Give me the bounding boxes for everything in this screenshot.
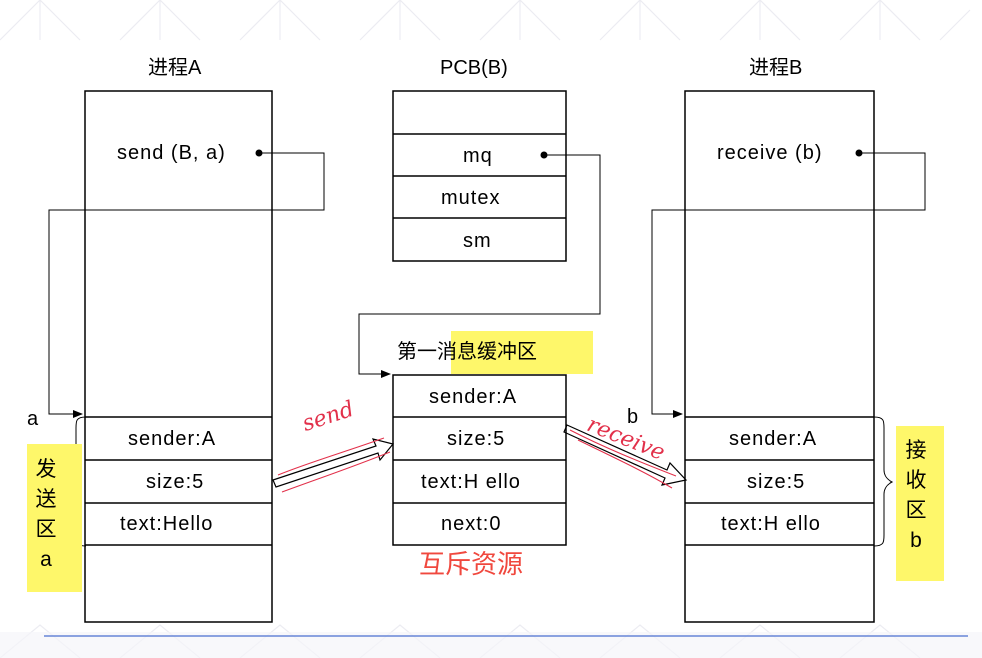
buffer-field-size: size:5: [447, 428, 506, 450]
send-area-label-char: 发: [35, 458, 57, 481]
send-pointer-label: a: [27, 408, 40, 430]
pcb-field-mq: mq: [463, 145, 493, 167]
receive-arg-pointer: [651, 152, 926, 418]
process-a-field-text: text:Hello: [120, 513, 214, 535]
send-area-label: 发 送 区 a: [30, 455, 62, 575]
process-a-field-size: size:5: [146, 471, 205, 493]
process-b-title: 进程B: [749, 57, 803, 79]
process-a-box: [84, 90, 273, 623]
receive-area-brace: [873, 416, 894, 547]
buffer-field-text: text:H ello: [421, 471, 521, 493]
process-a-title: 进程A: [148, 57, 202, 79]
process-b-box: [684, 90, 875, 623]
process-b-field-sender: sender:A: [729, 428, 818, 450]
ipc-diagram: 进程A PCB(B) 进程B send (B, a) receive (b) m…: [0, 0, 982, 658]
receive-area-label-char: 收: [905, 469, 927, 492]
mutex-resource-note: 互斥资源: [419, 549, 524, 579]
process-b-field-size: size:5: [747, 471, 806, 493]
mq-pointer-dot: [540, 151, 548, 159]
process-b-field-text: text:H ello: [721, 513, 821, 535]
process-a-field-sender: sender:A: [128, 428, 217, 450]
pcb-field-sm: sm: [463, 230, 492, 252]
receive-area-label-char: 接: [905, 439, 927, 462]
send-call-label: send (B, a): [117, 142, 226, 164]
send-arg-pointer: [48, 152, 325, 418]
buffer-field-sender: sender:A: [429, 386, 518, 408]
receive-area-label-char: b: [910, 529, 922, 552]
receive-pointer-label: b: [627, 406, 640, 428]
pcb-field-mutex: mutex: [441, 187, 501, 209]
send-area-label-char: 区: [35, 518, 57, 541]
send-copy-arrow: [272, 438, 395, 488]
buffer-field-next: next:0: [441, 513, 502, 535]
receive-area-label: 接 收 区 b: [900, 436, 932, 556]
receive-pointer-dot: [855, 149, 863, 157]
send-area-label-char: 送: [35, 488, 57, 511]
buffer-title: 第一消息缓冲区: [397, 341, 537, 363]
send-pointer-dot: [255, 149, 263, 157]
pcb-title: PCB(B): [440, 57, 508, 79]
receive-area-label-char: 区: [905, 499, 927, 522]
receive-call-label: receive (b): [717, 142, 823, 164]
send-area-label-char: a: [40, 548, 52, 571]
